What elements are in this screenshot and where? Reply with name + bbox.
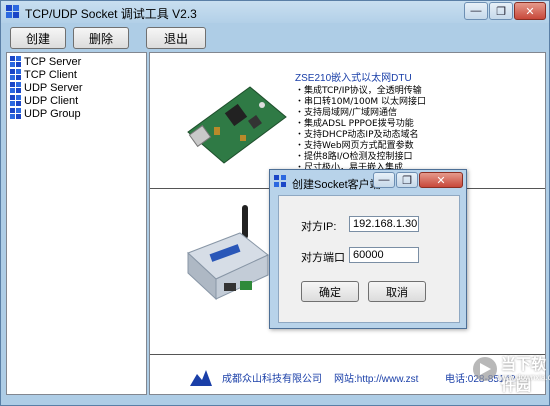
port-label: 对方端口 (301, 252, 345, 264)
exit-button[interactable]: 退出 (146, 27, 206, 49)
company-logo-icon (190, 370, 212, 386)
cancel-button[interactable]: 取消 (368, 281, 426, 302)
feature-list: ・集成TCP/IP协议，全透明传输 ・串口转10M/100M 以太网接口 ・支持… (295, 86, 540, 174)
tree-item-udp-group[interactable]: UDP Group (10, 107, 81, 120)
feature-item: ・支持局域网/广域网通信 (295, 108, 398, 118)
dialog-close-button[interactable]: ✕ (419, 172, 463, 188)
port-input[interactable]: 60000 (349, 247, 419, 263)
connection-tree[interactable]: TCP Server TCP Client UDP Server UDP Cli… (6, 52, 147, 395)
dialog-title: 创建Socket客户端 (292, 179, 381, 191)
feature-item: ・集成ADSL PPPOE拨号功能 (295, 119, 414, 129)
app-icon (6, 5, 20, 19)
tree-item-label: TCP Server (24, 55, 82, 68)
company-name: 成都众山科技有限公司 (222, 374, 322, 385)
restore-button[interactable]: ❐ (489, 2, 513, 20)
socket-type-icon (10, 108, 21, 119)
feature-item: ・支持DHCP动态IP及动态域名 (295, 130, 419, 140)
tree-item-label: UDP Group (24, 107, 81, 120)
create-button[interactable]: 创建 (10, 27, 66, 49)
minimize-button[interactable]: — (464, 2, 488, 20)
ok-button[interactable]: 确定 (301, 281, 359, 302)
socket-type-icon (10, 95, 21, 106)
toolbar: 创建 删除 退出 (6, 25, 546, 51)
tree-item-tcp-client[interactable]: TCP Client (10, 68, 77, 81)
tree-item-label: TCP Client (24, 68, 77, 81)
tree-item-udp-client[interactable]: UDP Client (10, 94, 78, 107)
delete-button[interactable]: 删除 (73, 27, 129, 49)
close-button[interactable]: ✕ (514, 2, 546, 20)
dialog-body: 对方IP: 192.168.1.30 对方端口 60000 确定 取消 (278, 195, 460, 323)
ip-label: 对方IP: (301, 221, 337, 233)
dialog-restore-button[interactable]: ❐ (396, 172, 418, 188)
socket-type-icon (10, 69, 21, 80)
tree-item-label: UDP Server (24, 81, 83, 94)
ip-input[interactable]: 192.168.1.30 (349, 216, 419, 232)
tree-item-label: UDP Client (24, 94, 79, 107)
tree-item-udp-server[interactable]: UDP Server (10, 81, 82, 94)
app-icon (274, 175, 287, 188)
company-website: 网站:http://www.zst (334, 374, 419, 385)
tree-item-tcp-server[interactable]: TCP Server (10, 55, 81, 68)
dtu-board-image (187, 86, 287, 164)
feature-item: ・串口转10M/100M 以太网接口 (295, 97, 427, 107)
main-window: TCP/UDP Socket 调试工具 V2.3 — ❐ ✕ 创建 删除 退出 … (0, 0, 550, 406)
socket-type-icon (10, 56, 21, 67)
title-bar[interactable]: TCP/UDP Socket 调试工具 V2.3 — ❐ ✕ (1, 1, 549, 23)
socket-type-icon (10, 82, 21, 93)
create-client-dialog[interactable]: 创建Socket客户端 — ❐ ✕ 对方IP: 192.168.1.30 对方端… (269, 169, 467, 329)
dtu-title: ZSE210嵌入式以太网DTU (295, 73, 412, 84)
feature-item: ・支持Web网页方式配置参数 (295, 141, 414, 151)
feature-item: ・提供8路I/O检测及控制接口 (295, 152, 413, 162)
dtu-modem-image (187, 205, 269, 301)
dialog-minimize-button[interactable]: — (373, 172, 395, 188)
watermark-url: www.downxia.com (497, 373, 550, 382)
window-title: TCP/UDP Socket 调试工具 V2.3 (25, 7, 197, 21)
feature-item: ・集成TCP/IP协议，全透明传输 (295, 86, 422, 96)
